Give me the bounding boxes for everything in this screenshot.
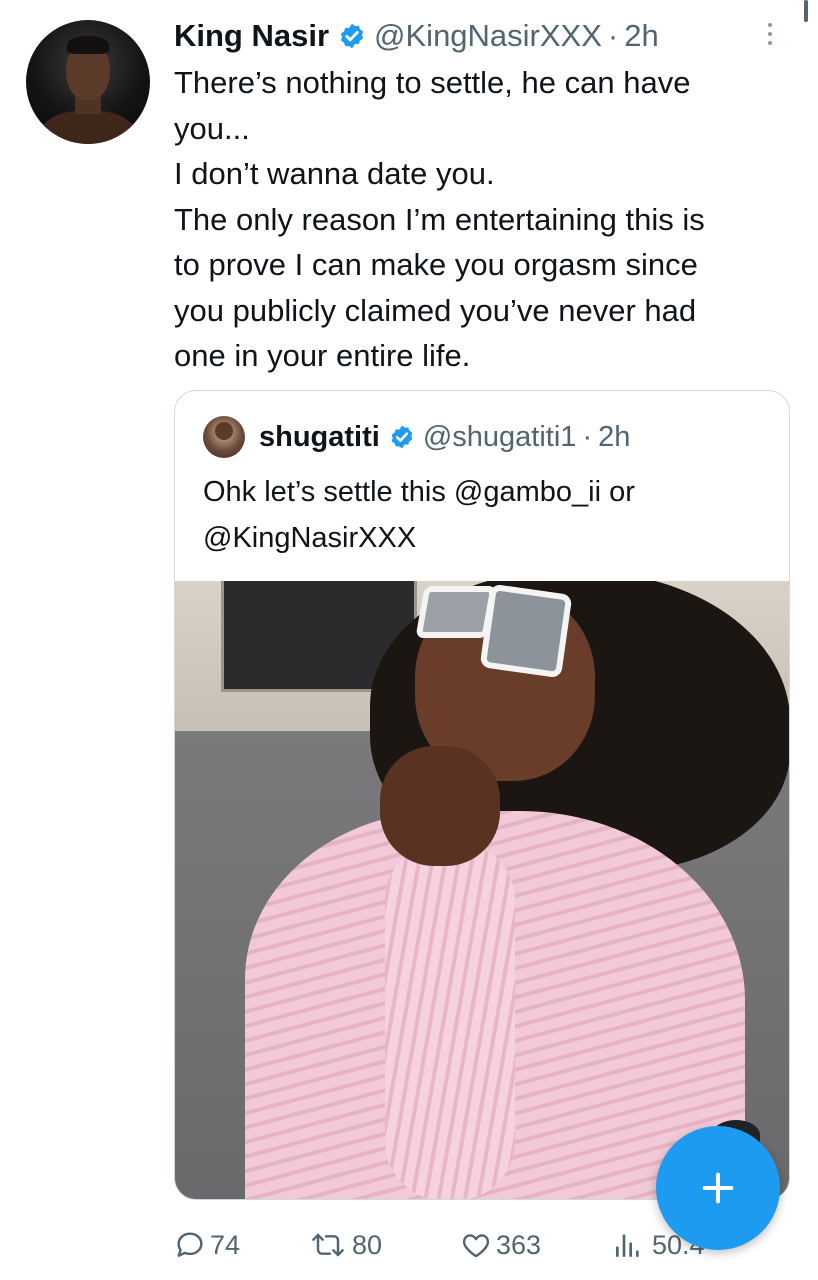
quoted-text-line: Ohk let’s settle this @gambo_ii or: [203, 476, 635, 508]
views-icon: [615, 1234, 639, 1257]
quoted-tweet-header: shugatiti @shugatiti1 · 2h: [203, 411, 630, 463]
tweet-text-line: The only reason I’m entertaining this is: [174, 201, 705, 237]
quoted-tweet-media[interactable]: [175, 581, 789, 1199]
quoted-tweet[interactable]: shugatiti @shugatiti1 · 2h Ohk let’s set…: [174, 390, 790, 1200]
tweet-text-line: one in your entire life.: [174, 338, 471, 373]
tweet-text-line: you...: [174, 110, 250, 146]
quoted-author-handle[interactable]: @shugatiti1: [423, 421, 577, 454]
verified-badge-icon: [389, 424, 415, 450]
tweet-text-line: you publicly claimed you’ve never had: [174, 292, 697, 328]
plus-icon: [702, 1172, 734, 1204]
tweet-text: There’s nothing to settle, he can have y…: [174, 60, 794, 379]
media-arm: [385, 841, 515, 1199]
verified-badge-icon: [338, 22, 366, 50]
tweet-header: King Nasir @KingNasirXXX · 2h: [174, 14, 659, 58]
like-count: 363: [496, 1229, 542, 1260]
like-button[interactable]: 363: [460, 1229, 608, 1261]
heart-icon: [462, 1234, 490, 1258]
separator-dot: ·: [582, 420, 593, 453]
more-vertical-icon[interactable]: [762, 18, 778, 50]
avatar-hair: [67, 36, 109, 54]
tweet-text-line: I don’t wanna date you.: [174, 156, 495, 191]
tweet-text-line: There’s nothing to settle, he can have: [174, 65, 691, 100]
more-dot: [768, 23, 772, 27]
scrollbar[interactable]: [804, 0, 808, 22]
quoted-author-name[interactable]: shugatiti: [259, 421, 380, 454]
quoted-text-line: @KingNasirXXX: [203, 522, 417, 554]
reply-count: 74: [210, 1229, 241, 1260]
author-avatar[interactable]: [26, 20, 150, 144]
retweet-button[interactable]: 80: [308, 1229, 460, 1261]
tweet-time[interactable]: 2h: [624, 18, 658, 54]
author-name[interactable]: King Nasir: [174, 18, 329, 54]
tweet-text-line: to prove I can make you orgasm since: [174, 247, 698, 282]
reply-icon: [177, 1232, 203, 1257]
compose-button[interactable]: [656, 1126, 780, 1250]
more-dot: [768, 32, 772, 36]
quoted-tweet-text: Ohk let’s settle this @gambo_ii or @King…: [203, 469, 763, 561]
media-hand: [380, 746, 500, 866]
quoted-tweet-time[interactable]: 2h: [598, 421, 630, 454]
more-dot: [768, 41, 772, 45]
reply-button[interactable]: 74: [174, 1229, 308, 1261]
media-sunglasses-right: [479, 583, 573, 679]
retweet-count: 80: [352, 1229, 383, 1260]
quoted-author-avatar[interactable]: [203, 416, 245, 458]
separator-dot: ·: [607, 18, 619, 53]
author-handle[interactable]: @KingNasirXXX: [374, 18, 602, 54]
retweet-icon: [312, 1233, 344, 1257]
avatar-shoulders: [40, 110, 136, 144]
